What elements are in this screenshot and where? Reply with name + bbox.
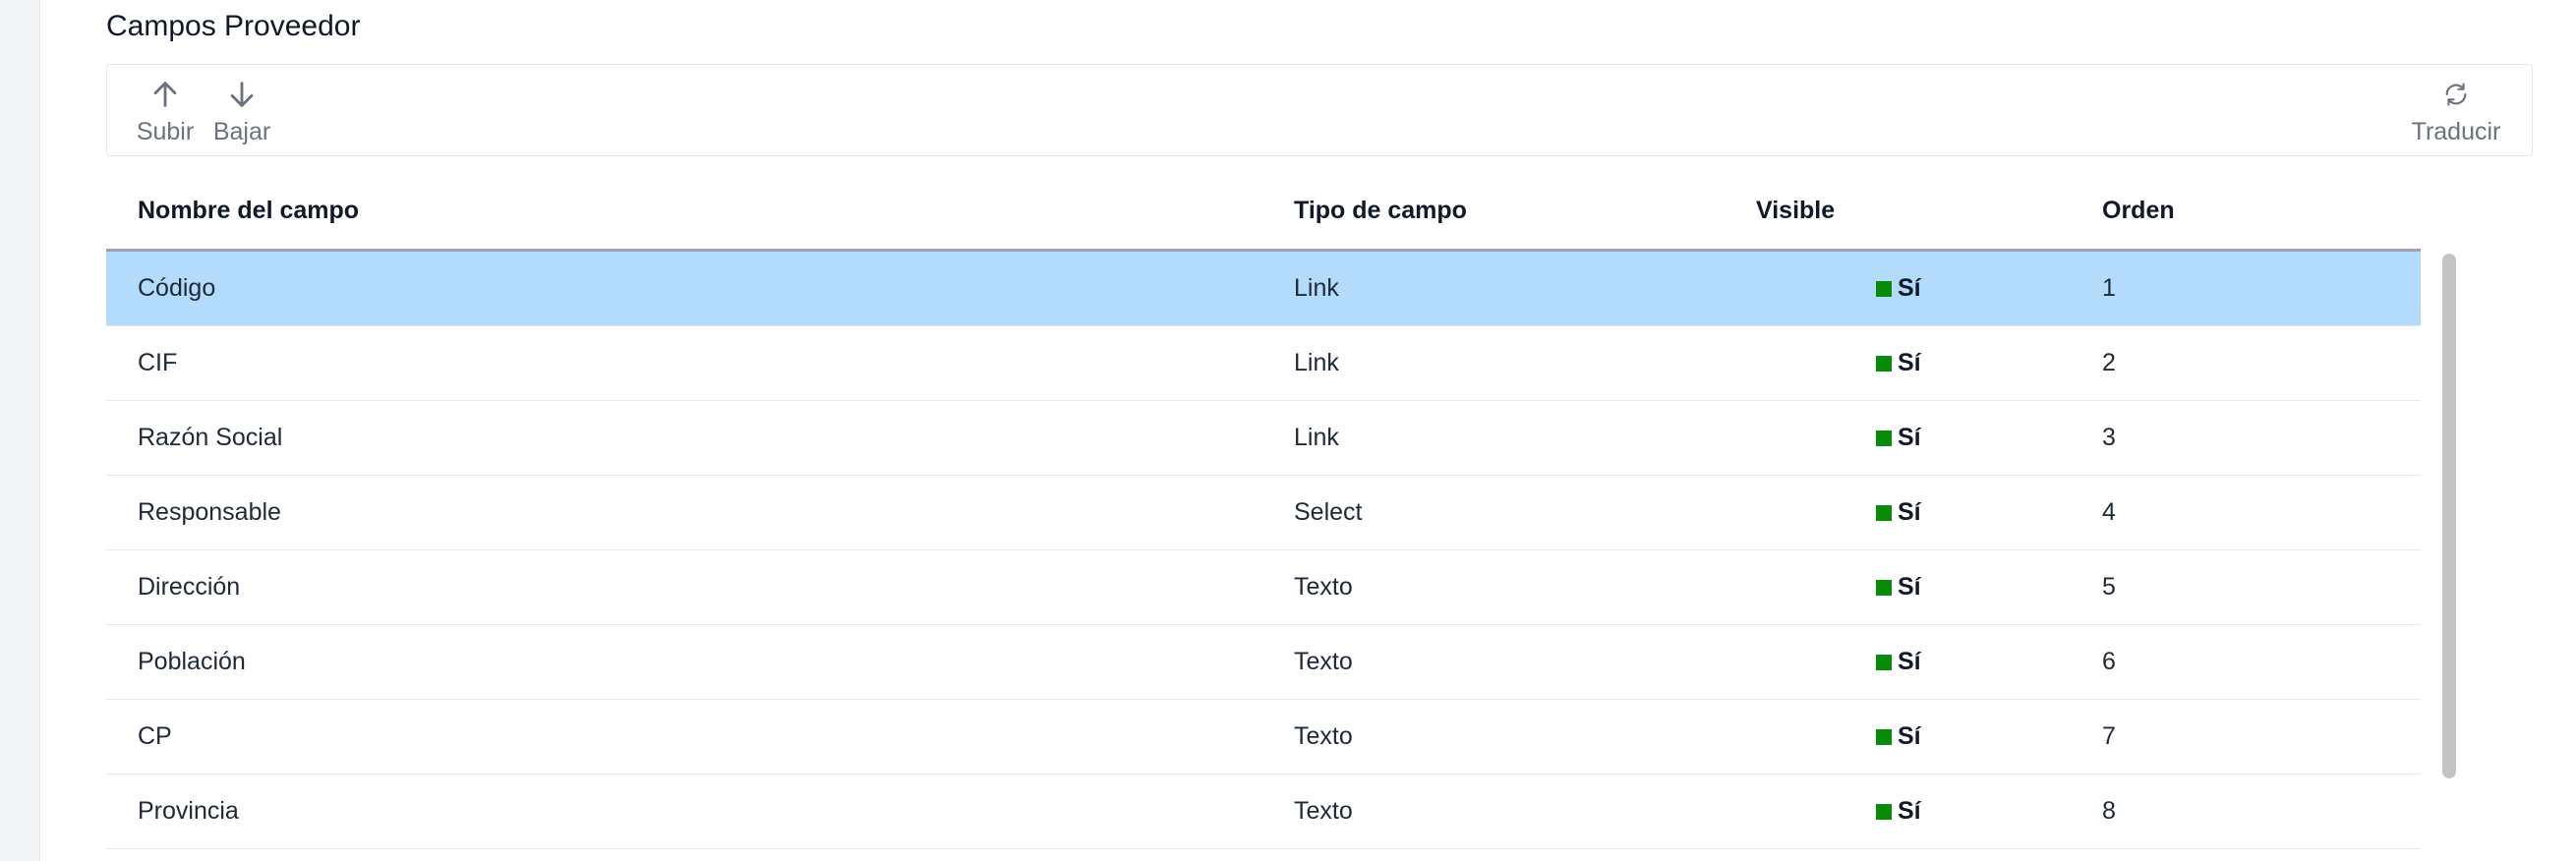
table-header: Nombre del campo Tipo de campo Visible O… xyxy=(106,169,2421,252)
table-row[interactable]: Código Link Sí 1 xyxy=(106,252,2421,326)
move-down-label: Bajar xyxy=(212,118,271,145)
visible-label: Sí xyxy=(1898,424,1921,451)
table-row[interactable]: Población Texto Sí 6 xyxy=(106,625,2421,700)
cell-visible: Sí xyxy=(1876,797,1921,826)
cell-order: 8 xyxy=(2102,797,2116,825)
table-row[interactable]: Dirección Texto Sí 5 xyxy=(106,550,2421,625)
column-header-name[interactable]: Nombre del campo xyxy=(138,197,359,225)
translate-label: Traducir xyxy=(2411,118,2501,145)
cell-name: Dirección xyxy=(138,573,241,601)
visible-indicator-icon xyxy=(1876,803,1892,820)
cell-name: Código xyxy=(138,274,216,302)
cell-order: 3 xyxy=(2102,424,2116,451)
column-header-order[interactable]: Orden xyxy=(2102,197,2175,225)
move-up-label: Subir xyxy=(136,118,195,145)
cell-name: Razón Social xyxy=(138,424,283,451)
cell-type: Texto xyxy=(1294,797,1353,825)
cell-order: 5 xyxy=(2102,573,2116,601)
cell-visible: Sí xyxy=(1876,648,1921,676)
visible-label: Sí xyxy=(1898,797,1921,825)
visible-indicator-icon xyxy=(1876,654,1892,670)
cell-name: Provincia xyxy=(138,797,239,825)
cell-type: Texto xyxy=(1294,573,1353,601)
visible-indicator-icon xyxy=(1876,728,1892,745)
table-scrollbar[interactable] xyxy=(2442,254,2456,778)
cell-name: CP xyxy=(138,722,172,750)
cell-name: Responsable xyxy=(138,498,281,526)
table-row[interactable]: Razón Social Link Sí 3 xyxy=(106,401,2421,476)
cell-type: Link xyxy=(1294,349,1339,376)
visible-indicator-icon xyxy=(1876,280,1892,297)
table-row[interactable]: CIF Link Sí 2 xyxy=(106,326,2421,401)
cell-type: Link xyxy=(1294,424,1339,451)
visible-label: Sí xyxy=(1898,648,1921,675)
table-row[interactable]: Responsable Select Sí 4 xyxy=(106,476,2421,550)
cell-order: 4 xyxy=(2102,498,2116,526)
cell-visible: Sí xyxy=(1876,349,1921,377)
table-row[interactable]: Provincia Texto Sí 8 xyxy=(106,775,2421,849)
left-rail xyxy=(0,0,40,861)
visible-indicator-icon xyxy=(1876,355,1892,372)
table-body: Código Link Sí 1 CIF Link Sí 2 Razón Soc… xyxy=(106,252,2421,849)
cell-visible: Sí xyxy=(1876,573,1921,602)
cell-type: Link xyxy=(1294,274,1339,302)
cell-type: Texto xyxy=(1294,648,1353,675)
visible-indicator-icon xyxy=(1876,504,1892,521)
cell-type: Texto xyxy=(1294,722,1353,750)
toolbar: Subir Bajar Traducir xyxy=(106,64,2533,156)
move-down-button[interactable]: Bajar xyxy=(207,65,276,155)
table-row[interactable]: CP Texto Sí 7 xyxy=(106,700,2421,775)
fields-table: Nombre del campo Tipo de campo Visible O… xyxy=(106,169,2421,861)
cell-order: 6 xyxy=(2102,648,2116,675)
cell-order: 1 xyxy=(2102,274,2116,302)
cell-visible: Sí xyxy=(1876,722,1921,751)
refresh-icon xyxy=(2436,75,2476,114)
move-up-button[interactable]: Subir xyxy=(131,65,200,155)
cell-type: Select xyxy=(1294,498,1363,526)
visible-indicator-icon xyxy=(1876,430,1892,446)
cell-visible: Sí xyxy=(1876,498,1921,527)
arrow-down-icon xyxy=(222,75,262,114)
cell-order: 7 xyxy=(2102,722,2116,750)
visible-label: Sí xyxy=(1898,349,1921,376)
cell-order: 2 xyxy=(2102,349,2116,376)
visible-label: Sí xyxy=(1898,573,1921,601)
visible-label: Sí xyxy=(1898,274,1921,302)
visible-label: Sí xyxy=(1898,722,1921,750)
column-header-visible[interactable]: Visible xyxy=(1756,197,1835,225)
visible-indicator-icon xyxy=(1876,579,1892,596)
cell-visible: Sí xyxy=(1876,274,1921,303)
cell-visible: Sí xyxy=(1876,424,1921,452)
cell-name: CIF xyxy=(138,349,178,376)
page-title: Campos Proveedor xyxy=(106,10,361,42)
column-header-type[interactable]: Tipo de campo xyxy=(1294,197,1467,225)
arrow-up-icon xyxy=(146,75,185,114)
translate-button[interactable]: Traducir xyxy=(2402,65,2510,155)
visible-label: Sí xyxy=(1898,498,1921,526)
cell-name: Población xyxy=(138,648,246,675)
